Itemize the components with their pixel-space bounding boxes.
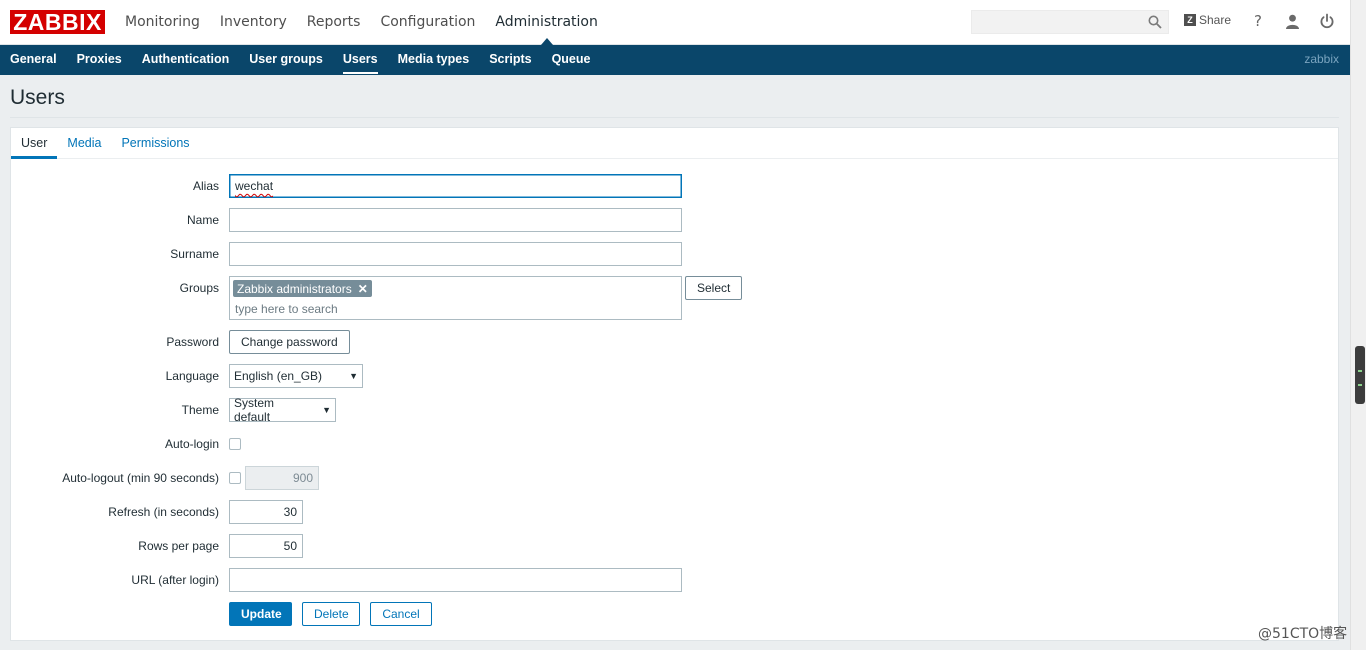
global-search-input[interactable]: [972, 11, 1142, 33]
sub-nav-scripts[interactable]: Scripts: [479, 45, 541, 75]
form-tabs: User Media Permissions: [11, 128, 1338, 159]
sub-nav-queue[interactable]: Queue: [542, 45, 601, 75]
password-label: Password: [166, 335, 219, 349]
title-divider: [10, 117, 1339, 118]
sub-nav-user-groups[interactable]: User groups: [239, 45, 333, 75]
language-row: Language English (en_GB) ▼: [11, 364, 911, 388]
main-nav-configuration[interactable]: Configuration: [370, 0, 485, 45]
change-password-button[interactable]: Change password: [229, 330, 350, 354]
global-search: [971, 10, 1169, 34]
rows-per-page-input[interactable]: [229, 534, 303, 558]
cancel-button[interactable]: Cancel: [370, 602, 432, 626]
surname-input[interactable]: [229, 242, 682, 266]
rows-per-page-row: Rows per page: [11, 534, 911, 558]
sub-nav-users[interactable]: Users: [333, 45, 388, 75]
main-nav-inventory[interactable]: Inventory: [210, 0, 297, 45]
groups-label: Groups: [179, 281, 219, 295]
theme-select[interactable]: System default ▼: [229, 396, 336, 424]
language-label: Language: [165, 369, 219, 383]
groups-row: Groups Zabbix administrators ✕ Select: [11, 276, 911, 320]
delete-button[interactable]: Delete: [302, 602, 360, 626]
url-row: URL (after login): [11, 568, 911, 592]
tab-permissions[interactable]: Permissions: [111, 128, 199, 158]
main-nav-reports[interactable]: Reports: [297, 0, 371, 45]
alias-input[interactable]: wechat: [229, 174, 682, 198]
main-nav: Monitoring Inventory Reports Configurati…: [115, 0, 608, 45]
update-button[interactable]: Update: [229, 602, 292, 626]
user-form-card: User Media Permissions Alias wechat Name…: [10, 127, 1339, 641]
search-icon[interactable]: [1148, 15, 1162, 29]
groups-multiselect[interactable]: Zabbix administrators ✕: [229, 276, 682, 320]
name-row: Name: [11, 208, 911, 232]
tab-media[interactable]: Media: [57, 128, 111, 158]
language-selected: English (en_GB): [234, 369, 323, 383]
name-input[interactable]: [229, 208, 682, 232]
alias-row: Alias wechat: [11, 174, 911, 198]
autologout-checkbox[interactable]: [229, 472, 241, 484]
page-scrollbar[interactable]: [1350, 0, 1366, 650]
refresh-label: Refresh (in seconds): [108, 505, 219, 519]
top-header: ZABBIX Monitoring Inventory Reports Conf…: [0, 0, 1350, 45]
dropdown-arrow-icon: ▼: [349, 371, 358, 381]
groups-search-input[interactable]: [234, 300, 674, 318]
refresh-row: Refresh (in seconds): [11, 500, 911, 524]
current-user-name: zabbix: [1304, 52, 1339, 66]
user-profile-icon[interactable]: [1285, 14, 1300, 29]
groups-select-button[interactable]: Select: [685, 276, 743, 300]
zabbix-logo[interactable]: ZABBIX: [10, 10, 105, 34]
autologout-input: [245, 466, 319, 490]
theme-selected: System default: [234, 396, 275, 424]
password-row: Password Change password: [11, 330, 911, 354]
refresh-input[interactable]: [229, 500, 303, 524]
url-input[interactable]: [229, 568, 682, 592]
watermark: @51CTO博客: [1258, 626, 1348, 642]
form-buttons: Update Delete Cancel: [11, 602, 911, 626]
autologin-label: Auto-login: [164, 437, 219, 451]
sub-nav-general[interactable]: General: [0, 45, 67, 75]
url-label: URL (after login): [131, 573, 219, 587]
page-title: Users: [10, 86, 65, 109]
scrollbar-thumb[interactable]: [1355, 346, 1365, 404]
group-chip: Zabbix administrators ✕: [233, 280, 372, 297]
share-label: Share: [1199, 13, 1232, 27]
power-icon[interactable]: [1319, 13, 1335, 29]
theme-row: Theme System default ▼: [11, 396, 911, 424]
autologout-label: Auto-logout (min 90 seconds): [62, 471, 219, 485]
dropdown-arrow-icon: ▼: [322, 405, 331, 415]
tab-user[interactable]: User: [11, 128, 58, 159]
sub-nav-media-types[interactable]: Media types: [388, 45, 480, 75]
group-chip-label: Zabbix administrators: [237, 281, 352, 296]
sub-nav-authentication[interactable]: Authentication: [132, 45, 240, 75]
zabbix-share-icon: Z: [1184, 14, 1196, 26]
sub-nav-proxies[interactable]: Proxies: [67, 45, 132, 75]
sub-nav: General Proxies Authentication User grou…: [0, 45, 1350, 75]
share-button[interactable]: Z Share: [1184, 13, 1231, 27]
remove-chip-icon[interactable]: ✕: [358, 282, 368, 296]
alias-value: wechat: [235, 179, 274, 193]
rows-per-page-label: Rows per page: [138, 539, 219, 553]
help-icon[interactable]: ?: [1254, 12, 1262, 30]
surname-label: Surname: [170, 247, 219, 261]
name-label: Name: [186, 213, 219, 227]
main-nav-administration[interactable]: Administration: [485, 0, 607, 45]
main-nav-monitoring[interactable]: Monitoring: [115, 0, 210, 45]
autologin-checkbox[interactable]: [229, 438, 241, 450]
surname-row: Surname: [11, 242, 911, 266]
autologout-row: Auto-logout (min 90 seconds): [11, 466, 911, 490]
alias-label: Alias: [192, 179, 219, 193]
autologin-row: Auto-login: [11, 432, 911, 456]
language-select[interactable]: English (en_GB) ▼: [229, 364, 363, 388]
theme-label: Theme: [181, 403, 219, 417]
